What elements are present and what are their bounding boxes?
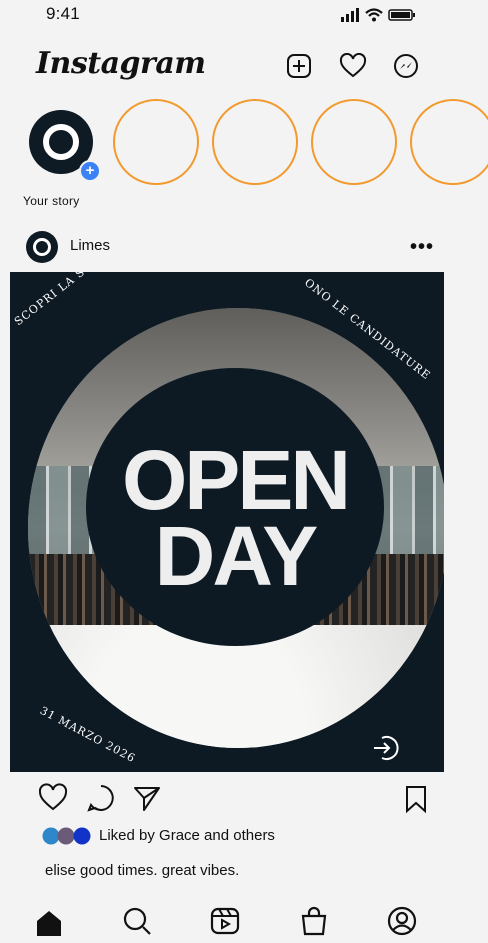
more-options-icon[interactable]: ••• [410, 236, 434, 259]
comment-icon[interactable] [86, 783, 118, 815]
liked-by-text[interactable]: Liked by Grace and others [99, 827, 275, 844]
enter-arrow-icon [374, 736, 399, 760]
home-icon[interactable] [34, 908, 64, 938]
profile-icon[interactable] [387, 906, 417, 936]
messenger-icon[interactable] [392, 52, 420, 80]
instagram-logo[interactable]: Instagram [36, 46, 206, 81]
shop-icon[interactable] [299, 906, 329, 936]
story-ring[interactable] [311, 99, 397, 185]
post-image[interactable]: OPEN DAY SCOPRI LA SCUOLA E ONO LE CANDI… [10, 272, 444, 772]
share-icon[interactable] [132, 783, 164, 815]
search-icon[interactable] [122, 906, 152, 936]
story-ring[interactable] [113, 99, 199, 185]
add-story-icon[interactable]: + [79, 160, 101, 182]
story-ring[interactable] [212, 99, 298, 185]
open-day-disc: OPEN DAY [86, 368, 384, 646]
story-ring[interactable] [410, 99, 488, 185]
status-icons [340, 8, 416, 22]
post-avatar[interactable] [26, 231, 58, 263]
post-caption: elise good times. great vibes. [45, 862, 240, 879]
your-story-label: Your story [23, 194, 80, 208]
status-time: 9:41 [46, 4, 80, 23]
headline-day: DAY [154, 509, 319, 603]
new-post-icon[interactable] [285, 52, 313, 80]
bookmark-icon[interactable] [403, 784, 435, 816]
battery-icon [388, 9, 415, 21]
signal-icon [341, 8, 359, 22]
wifi-icon [365, 8, 383, 22]
post-username[interactable]: Limes [70, 237, 110, 254]
heart-icon[interactable] [339, 52, 367, 80]
like-icon[interactable] [38, 783, 70, 815]
reels-icon[interactable] [210, 906, 240, 936]
liked-by-avatars [42, 827, 96, 845]
